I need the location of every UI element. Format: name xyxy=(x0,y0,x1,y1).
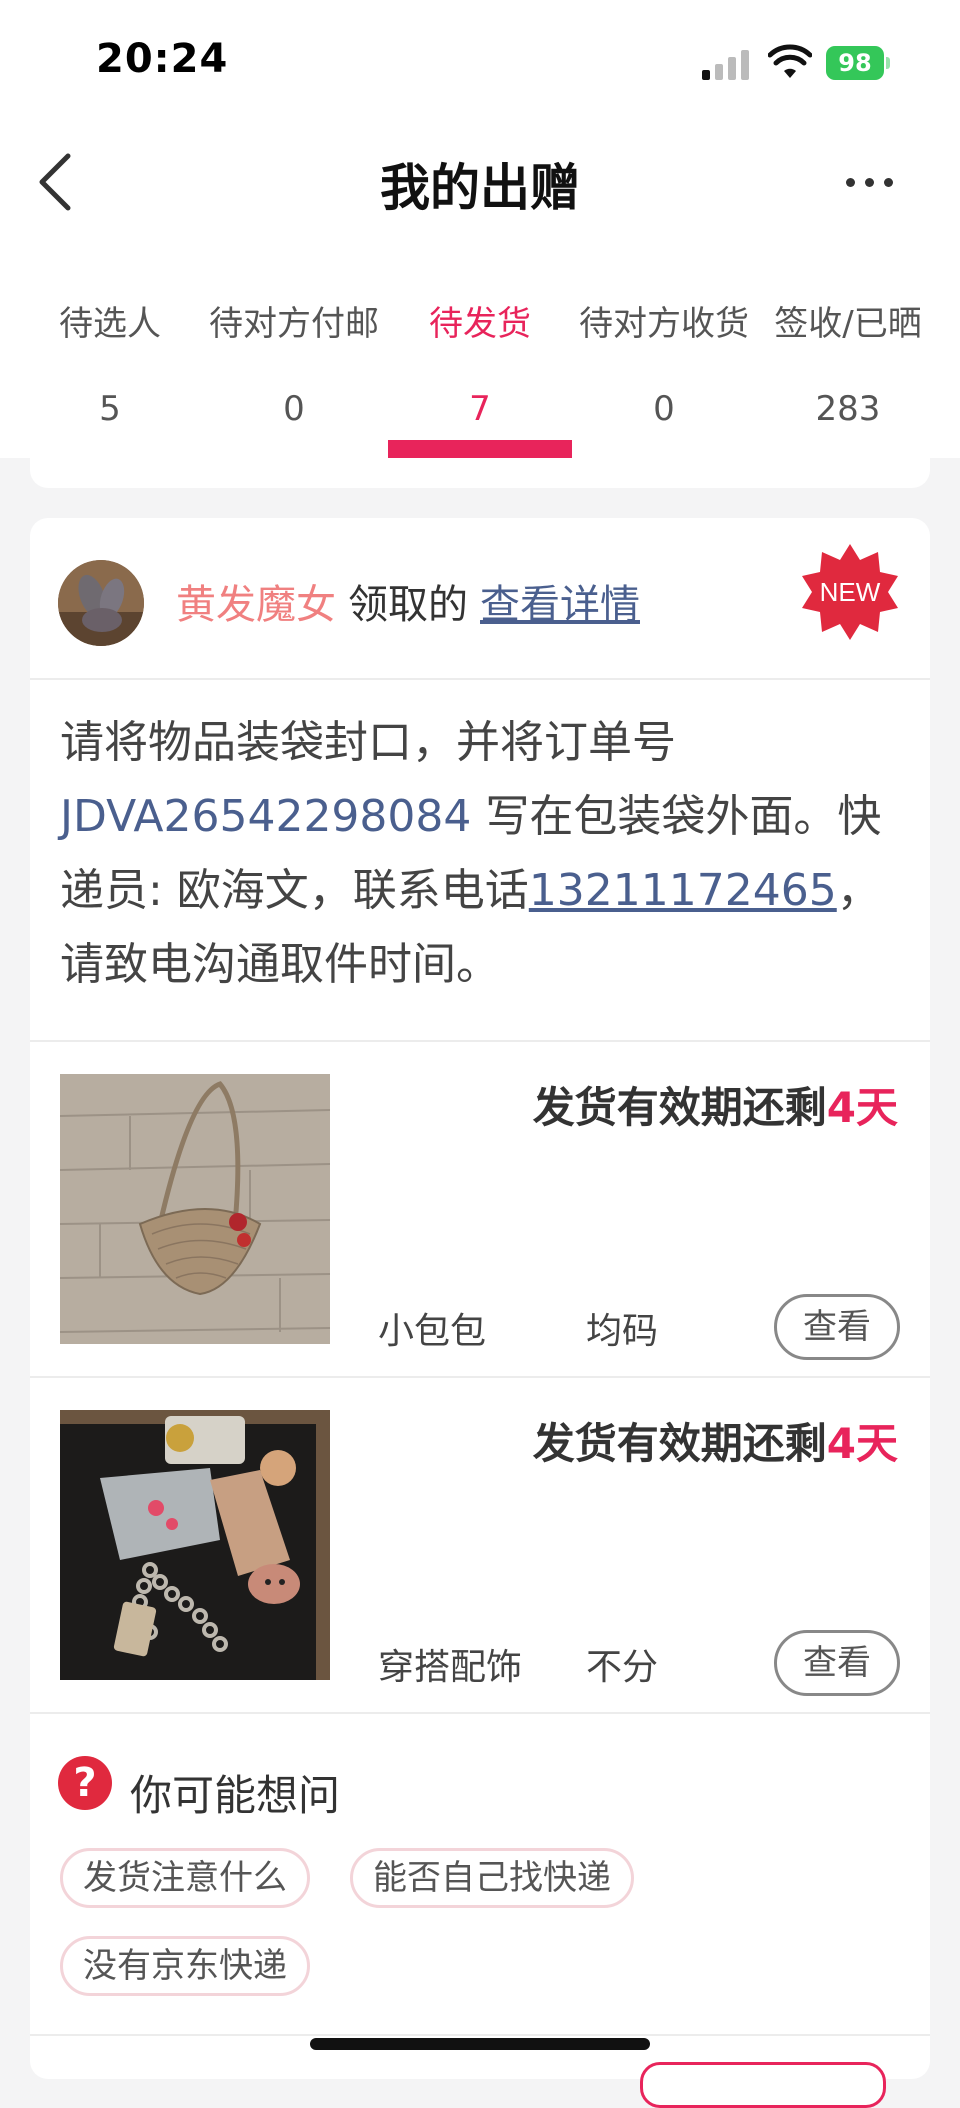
previous-card-edge xyxy=(30,458,930,488)
active-tab-indicator xyxy=(388,440,572,458)
wifi-icon xyxy=(768,44,812,78)
new-badge: NEW xyxy=(802,544,898,640)
tab-received[interactable]: 签收/已晒 283 xyxy=(752,296,944,429)
tab-pending-select[interactable]: 待选人 5 xyxy=(14,296,206,429)
courier-phone-link[interactable]: 13211172465 xyxy=(529,865,837,916)
new-badge-label: NEW xyxy=(820,577,881,607)
tab-pending-receipt[interactable]: 待对方收货 0 xyxy=(568,296,760,429)
shipping-deadline: 发货有效期还剩4天 xyxy=(533,1074,898,1135)
faq-chip[interactable]: 能否自己找快递 xyxy=(350,1848,634,1908)
divider xyxy=(30,678,930,680)
instructions-text: 请将物品装袋封口，并将订单号 xyxy=(60,717,676,768)
item-name: 穿搭配饰 xyxy=(378,1647,523,1688)
deadline-text: 发货有效期还剩 xyxy=(532,1083,827,1132)
tab-count: 5 xyxy=(99,389,121,429)
tab-count: 0 xyxy=(283,389,305,429)
home-indicator xyxy=(310,2038,650,2050)
question-icon: ? xyxy=(58,1756,112,1810)
divider xyxy=(30,1712,930,1714)
tab-label: 待选人 xyxy=(59,304,161,344)
deadline-text: 发货有效期还剩 xyxy=(532,1419,827,1468)
avatar[interactable] xyxy=(58,560,144,646)
item-photo-bag[interactable] xyxy=(60,1074,330,1344)
order-number: JDVA26542298084 xyxy=(60,791,472,842)
cellular-signal-icon xyxy=(702,48,750,80)
order-card: 黄发魔女 领取的 查看详情 NEW 请将物品装袋封口，并将订单号 JDVA26542… xyxy=(30,518,930,2079)
item-name: 小包包 xyxy=(378,1311,487,1352)
faq-chip[interactable]: 发货注意什么 xyxy=(60,1848,310,1908)
receiver-name[interactable]: 黄发魔女 xyxy=(176,582,336,628)
deadline-days: 4天 xyxy=(826,1083,898,1132)
item-photo-accessories[interactable] xyxy=(60,1410,330,1680)
divider xyxy=(30,1376,930,1378)
receiver-verb: 领取的 xyxy=(348,582,468,628)
view-item-button[interactable]: 查看 xyxy=(774,1630,900,1696)
shipping-deadline: 发货有效期还剩4天 xyxy=(533,1410,898,1471)
view-item-button[interactable]: 查看 xyxy=(774,1294,900,1360)
divider xyxy=(30,2034,930,2036)
more-icon[interactable] xyxy=(846,178,894,188)
tab-label: 签收/已晒 xyxy=(774,304,922,344)
shipping-instructions: 请将物品装袋封口，并将订单号 JDVA26542298084 写在包装袋外面。快… xyxy=(60,706,910,1002)
tab-pending-shipment[interactable]: 待发货 7 xyxy=(384,296,576,429)
divider xyxy=(30,1040,930,1042)
tab-count: 0 xyxy=(653,389,675,429)
tab-count: 283 xyxy=(815,389,881,429)
tab-label: 待对方付邮 xyxy=(209,304,379,344)
receiver-line: 黄发魔女 领取的 查看详情 xyxy=(176,572,640,630)
tab-count: 7 xyxy=(469,389,491,429)
faq-chip[interactable]: 没有京东快递 xyxy=(60,1936,310,1996)
status-time: 20:24 xyxy=(96,36,229,82)
tab-label: 待发货 xyxy=(429,304,531,344)
page-title: 我的出赠 xyxy=(380,159,580,217)
deadline-days: 4天 xyxy=(826,1419,898,1468)
faq-title: 你可能想问 xyxy=(130,1771,341,1820)
tab-label: 待对方收货 xyxy=(579,304,749,344)
battery-icon: 98 xyxy=(826,46,890,80)
bottom-action-button[interactable] xyxy=(640,2062,886,2108)
tab-pending-postage[interactable]: 待对方付邮 0 xyxy=(198,296,390,429)
item-size: 不分 xyxy=(586,1647,659,1688)
battery-level: 98 xyxy=(826,46,884,80)
item-size: 均码 xyxy=(586,1311,659,1352)
view-details-link[interactable]: 查看详情 xyxy=(480,582,640,628)
